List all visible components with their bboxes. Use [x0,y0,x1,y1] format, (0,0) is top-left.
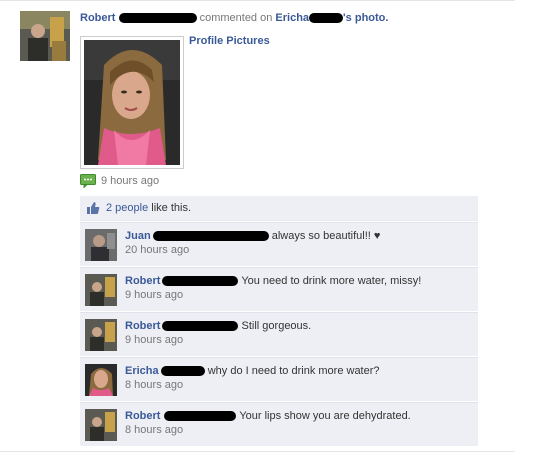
comment-body: You need to drink more water, missy! [241,275,422,287]
feedback-box: 2 people like this. Juan always so beaut… [80,196,478,446]
redaction-mark [162,321,239,332]
commenter-avatar[interactable] [85,409,117,441]
redaction-mark [118,13,197,24]
comment-timestamp[interactable]: 9 hours ago [125,288,465,302]
album-title-link[interactable]: Profile Pictures [189,35,270,47]
story-timestamp-row: 9 hours ago [80,174,159,188]
likes-count-link[interactable]: 2 people [106,202,148,214]
story-header: Robert commented on Ericha's photo. [80,11,510,25]
comment-author-link[interactable]: Ericha [125,365,159,377]
photo-link[interactable]: photo. [355,12,389,24]
comment-body: Your lips show you are dehydrated. [239,410,411,422]
commenter-avatar[interactable] [85,364,117,396]
redaction-mark [162,276,239,287]
comment-timestamp[interactable]: 20 hours ago [125,243,465,257]
action-text: commented on [199,12,273,24]
comment-item: Juan always so beautiful!! ♥ 20 hours ag… [80,222,478,266]
comment-timestamp[interactable]: 8 hours ago [125,423,465,437]
commenter-avatar[interactable] [85,274,117,306]
likes-suffix: like this. [151,202,192,214]
comment-body: Still gorgeous. [241,320,312,332]
comment-body: always so beautiful!! ♥ [271,230,381,242]
comment-bubble-icon[interactable] [80,174,96,188]
photo-thumbnail[interactable] [80,36,184,169]
thumbs-up-icon [87,202,100,214]
comment-author-link[interactable]: Robert [125,320,160,332]
comment-item: Robert Still gorgeous. 9 hours ago [80,312,478,356]
comment-author-link[interactable]: Juan [125,230,151,242]
comment-timestamp[interactable]: 8 hours ago [125,378,465,392]
redaction-mark [160,366,205,377]
comment-body: why do I need to drink more water? [207,365,380,377]
story-timestamp[interactable]: 9 hours ago [101,175,159,187]
actor-name-link[interactable]: Robert [80,12,115,24]
comment-item: Ericha why do I need to drink more water… [80,357,478,401]
redaction-mark [309,13,344,24]
photo-owner-link[interactable]: Ericha's [275,12,351,24]
divider-bottom [0,451,515,452]
comment-item: Robert You need to drink more water, mis… [80,267,478,311]
comment-author-link[interactable]: Robert [125,410,160,422]
divider-top [0,0,515,1]
robert-profile-avatar[interactable] [20,11,70,61]
redaction-mark [152,231,269,242]
portrait-photo [84,40,180,165]
redaction-mark [164,411,237,422]
comment-timestamp[interactable]: 9 hours ago [125,333,465,347]
comment-item: Robert Your lips show you are dehydrated… [80,402,478,446]
commenter-avatar[interactable] [85,229,117,261]
likes-row: 2 people like this. [80,196,478,221]
comment-author-link[interactable]: Robert [125,275,160,287]
commenter-avatar[interactable] [85,319,117,351]
